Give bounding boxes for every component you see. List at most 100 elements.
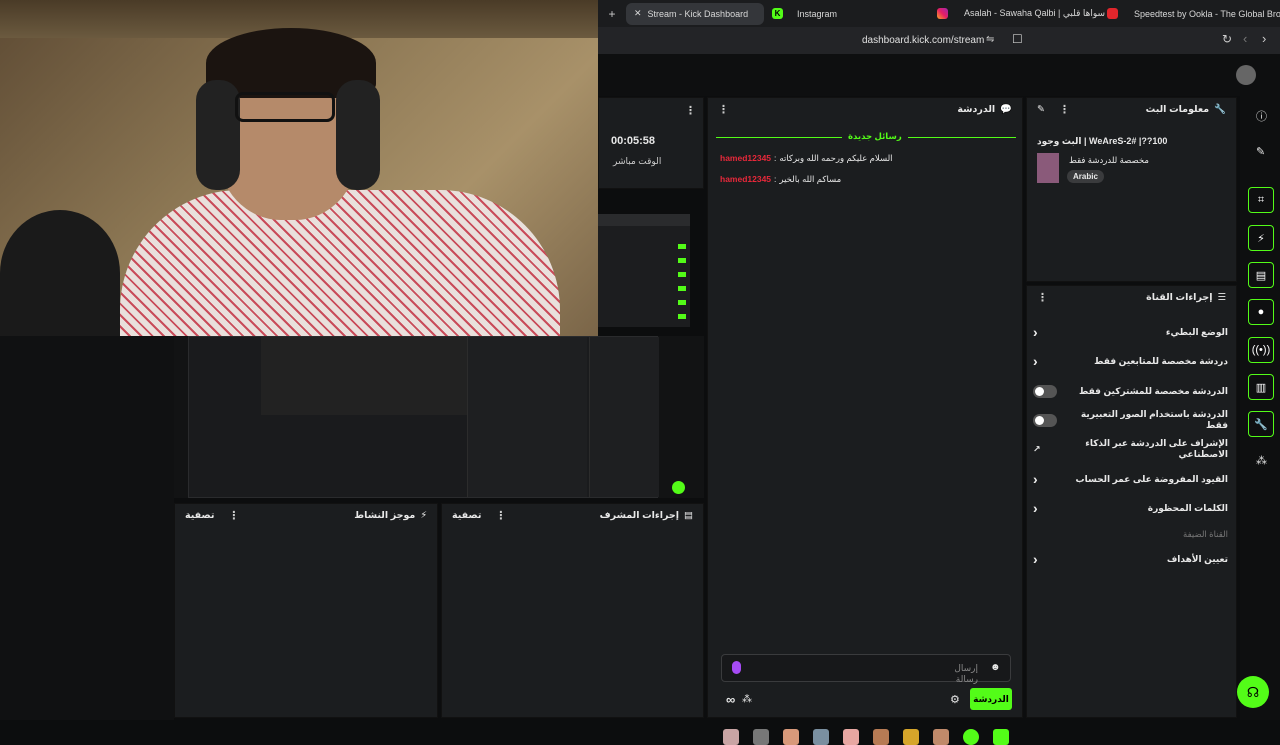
channel-actions-header: ☰ إجراءات القناة ⋮ [1027,286,1236,308]
url-text[interactable]: dashboard.kick.com/stream [862,35,984,46]
stream-info-panel: 🔧 معلومات البث ⋮ ✎ البث وجود | WeAreS-2# |… [1026,97,1237,282]
new-tab-icon[interactable]: + [598,7,626,21]
emoji-icon[interactable]: ☻ [990,662,1001,673]
language-badge: Arabic [1067,170,1104,183]
filter-button[interactable]: تصفية [452,510,481,521]
emote-static-icon[interactable] [753,729,769,745]
chevron-right-icon: › [1033,551,1038,567]
emote-man-icon[interactable] [933,729,949,745]
panel-title: إجراءات القناة [1146,291,1213,303]
layout-icon[interactable]: ▥ [1248,374,1274,400]
preview-support-icon [672,481,685,494]
emote-face-icon[interactable] [873,729,889,745]
stream-info-header: 🔧 معلومات البث ⋮ ✎ [1027,98,1236,120]
support-chat-icon[interactable]: ☊ [1237,676,1269,708]
set-targets-row[interactable]: تعيين الأهداف › [1027,548,1236,570]
broadcast-icon[interactable]: ((•)) [1248,337,1274,363]
category-name: مخصصة للدردشة فقط [1069,155,1149,165]
uptime-value: 00:05:58 [611,135,656,147]
chat-username[interactable]: hamed12345 [720,174,771,185]
microphone-icon[interactable] [732,661,741,674]
stream-title: البث وجود | WeAreS-2# |??100 [1037,136,1168,146]
followers-only-row[interactable]: دردشة مخصصة للمتابعين فقط › [1027,350,1236,372]
settings-gear-icon[interactable]: ⚙ [950,693,960,706]
dashboard-top-bar [598,54,1280,96]
chat-message-text: السلام عليكم ورحمه الله وبركاته [779,153,893,163]
chat-sidebar-icon[interactable]: ● [1248,299,1274,325]
more-options-icon[interactable]: ⋮ [718,103,729,116]
filter-button[interactable]: تصفية [185,510,214,521]
activity-feed-panel: ⚡ موجز النشاط ⋮ تصفية [174,503,438,718]
lightning-sidebar-icon[interactable]: ⚡ [1248,225,1274,251]
banned-words-row[interactable]: الكلمات المحظورة › [1027,497,1236,519]
browser-tab-bar: + ✕ Stream - Kick Dashboard K Instagram … [598,0,1280,27]
bookmark-icon[interactable]: ☐ [1012,32,1023,46]
webcam-overlay [0,0,598,336]
edit-pencil-icon[interactable]: ✎ [1037,104,1045,115]
reload-icon[interactable]: ↻ [1222,32,1232,46]
new-messages-label: رسائل جديدة [842,131,908,142]
emote-cat-icon[interactable] [723,729,739,745]
tab-asalah[interactable]: Asalah - Sawaha Qalbi | سواها قلبي [929,3,1105,25]
emote-pink-icon[interactable] [843,729,859,745]
info-icon[interactable]: ⓘ [1256,108,1267,124]
emotes-only-row: الدردشة باستخدام الصور التعبيرية فقط [1027,409,1236,431]
wrench-sidebar-icon[interactable]: 🔧 [1248,411,1274,437]
chat-header: 💬 الدردشة ⋮ [708,98,1022,120]
apps-icon[interactable]: ⁂ [1256,454,1267,467]
more-options-icon[interactable]: ⋮ [228,509,239,522]
tab-speedtest[interactable]: Speedtest by Ookla - The Global Bro [1099,3,1280,25]
back-icon[interactable]: ‹ [1243,31,1247,46]
panel-title: موجز النشاط [354,509,416,521]
row-label: الوضع البطيء [1165,326,1228,337]
mini-toolbar [598,214,690,226]
forward-icon[interactable]: › [1262,31,1266,46]
chat-message-text: مساكم الله بالخير [779,174,842,184]
panel-title: معلومات البث [1145,103,1210,115]
more-options-icon[interactable]: ⋮ [1037,291,1048,304]
points-icon[interactable]: ⁂ [742,694,752,705]
wrench-icon: 🔧 [1214,103,1226,115]
moderator-actions-header: ▤ إجراءات المشرف ⋮ تصفية [442,504,703,526]
external-link-icon: ↗ [1033,443,1041,454]
document-icon[interactable]: ▤ [1248,262,1274,288]
row-label: دردشة مخصصة للمتابعين فقط [1094,355,1228,366]
site-settings-icon[interactable]: ⇋ [986,34,994,45]
ai-moderation-row[interactable]: الإشراف على الدردشة عبر الذكاء الاصطناعي… [1027,438,1236,460]
more-options-icon[interactable]: ⋮ [1059,103,1070,116]
screen-capture-icon[interactable]: ⌗ [1248,187,1274,213]
chat-input[interactable]: إرسال رسالة ☻ [721,654,1011,684]
chevron-right-icon: › [1033,324,1038,340]
chat-username[interactable]: hamed12345 [720,153,771,164]
edit-icon[interactable]: ✎ [1256,145,1265,158]
chat-input-placeholder: إرسال رسالة [954,663,978,684]
tab-instagram[interactable]: K Instagram [764,3,929,25]
chat-send-button[interactable]: الدردشة [970,688,1012,710]
emote-ghost-icon[interactable] [963,729,979,745]
subscribers-only-toggle[interactable] [1033,384,1057,398]
row-label: الإشراف على الدردشة عبر الذكاء الاصطناعي [1085,438,1228,459]
more-options-icon[interactable]: ⋮ [495,509,506,522]
more-options-icon[interactable]: ⋮ [685,104,696,117]
avatar[interactable] [1236,65,1256,85]
preview-actions [589,337,659,497]
clipboard-icon: ▤ [684,509,693,521]
account-age-row[interactable]: القيود المفروضة على عمر الحساب › [1027,468,1236,490]
emote-umbrella-icon[interactable] [813,729,829,745]
tab-kick-dashboard[interactable]: ✕ Stream - Kick Dashboard [626,2,764,25]
row-label: القيود المفروضة على عمر الحساب [1075,473,1228,484]
row-label: الكلمات المحظورة [1147,502,1228,513]
close-tab-icon[interactable]: ✕ [634,8,642,19]
emote-kick-icon[interactable] [993,729,1009,745]
emote-hand-icon[interactable] [783,729,799,745]
youtube-favicon-icon [1107,8,1118,19]
emote-crown-icon[interactable] [903,729,919,745]
infinity-icon[interactable]: ∞ [726,692,735,707]
tab-label: Instagram [797,8,838,19]
emotes-only-toggle[interactable] [1033,413,1057,427]
guest-channel-label: القناة الضيفة [1183,529,1228,539]
tab-label: Stream - Kick Dashboard [647,8,749,19]
slow-mode-row[interactable]: الوضع البطيء › [1027,321,1236,343]
shemagh-scarf [120,190,560,336]
chat-bubble-icon: 💬 [1000,103,1012,115]
